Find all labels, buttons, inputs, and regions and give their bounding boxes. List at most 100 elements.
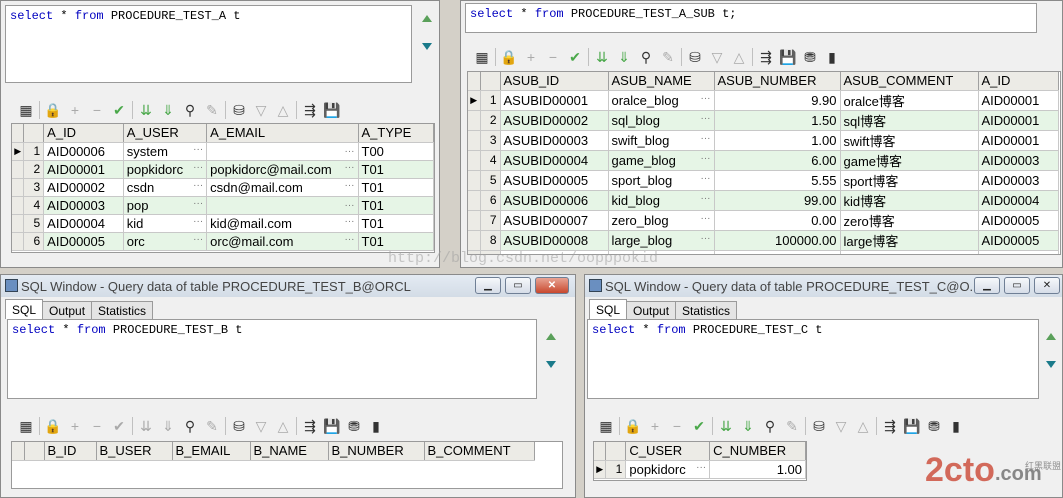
table-cell[interactable]: AID00005 xyxy=(978,210,1059,231)
table-cell[interactable]: AID00001 xyxy=(978,90,1059,111)
cell-editor-icon[interactable]: ··· xyxy=(193,180,203,191)
table-cell[interactable]: oralce博客 xyxy=(840,90,979,111)
insert-record-icon[interactable]: + xyxy=(520,46,542,68)
cell-editor-icon[interactable]: ··· xyxy=(701,153,711,164)
column-header[interactable]: A_ID xyxy=(43,124,124,143)
find-icon[interactable]: ⚲ xyxy=(759,415,781,437)
fetch-last-icon[interactable]: ⇓ xyxy=(157,415,179,437)
table-row[interactable]: 2 ASUBID00002 sql_blog ··· 1.50 sql博客 AID00001 xyxy=(468,110,1059,131)
cell-editor-icon[interactable]: ··· xyxy=(345,200,355,211)
next-page-icon[interactable]: ▽ xyxy=(250,415,272,437)
table-cell[interactable]: swift博客 xyxy=(840,130,979,151)
table-cell[interactable]: AID00003 xyxy=(43,196,124,215)
fetch-next-icon[interactable]: ⇊ xyxy=(715,415,737,437)
table-cell[interactable]: large_blog ··· xyxy=(608,230,715,251)
insert-record-icon[interactable]: + xyxy=(64,99,86,121)
table-cell[interactable]: ASUBID00007 xyxy=(500,210,609,231)
fetch-next-icon[interactable]: ⇊ xyxy=(135,415,157,437)
export-icon[interactable]: ⛃ xyxy=(343,415,365,437)
table-cell[interactable]: zero博客 xyxy=(840,210,979,231)
cell-editor-icon[interactable]: ··· xyxy=(193,198,203,209)
fetch-last-icon[interactable]: ⇓ xyxy=(613,46,635,68)
table-cell[interactable]: ASUBID00004 xyxy=(500,150,609,171)
link-icon[interactable]: ⇶ xyxy=(879,415,901,437)
table-row[interactable]: 5 ASUBID00005 sport_blog ··· 5.55 sport博客 AID0… xyxy=(468,170,1059,191)
table-row[interactable]: 2 AID00001 popkidorc ··· popkidorc@mail.com ·… xyxy=(12,160,434,179)
fetch-next-icon[interactable]: ⇊ xyxy=(591,46,613,68)
table-cell[interactable]: game_blog ··· xyxy=(608,150,715,171)
cell-editor-icon[interactable]: ··· xyxy=(345,180,355,191)
table-cell[interactable]: 99.00 xyxy=(714,190,841,211)
query-by-example-icon[interactable]: ⛁ xyxy=(228,415,250,437)
table-cell[interactable]: 1.50 xyxy=(714,110,841,131)
column-header[interactable]: ASUB_NUMBER xyxy=(714,72,841,91)
query-by-example-icon[interactable]: ⛁ xyxy=(228,99,250,121)
table-cell[interactable]: pop ··· xyxy=(123,196,208,215)
column-header[interactable]: ASUB_ID xyxy=(500,72,609,91)
table-cell[interactable]: orc ··· xyxy=(123,232,208,251)
table-cell[interactable]: T01 xyxy=(358,214,434,233)
minimize-button[interactable]: ▁ xyxy=(974,277,1000,294)
cell-editor-icon[interactable]: ··· xyxy=(701,173,711,184)
window-c-titlebar[interactable]: SQL Window - Query data of table PROCEDU… xyxy=(585,275,1062,297)
cell-editor-icon[interactable]: ··· xyxy=(345,162,355,173)
table-cell[interactable]: ASUBID00002 xyxy=(500,110,609,131)
table-cell[interactable]: kid@mail.com ··· xyxy=(206,214,359,233)
window-b-titlebar[interactable]: SQL Window - Query data of table PROCEDU… xyxy=(1,275,575,297)
table-cell[interactable]: ··· xyxy=(206,196,359,215)
table-row[interactable]: 5 AID00004 kid ··· kid@mail.com ··· T01 xyxy=(12,214,434,233)
table-cell[interactable]: popkidorc ··· xyxy=(625,460,711,479)
table-cell[interactable]: 100000.00 xyxy=(714,230,841,251)
table-row[interactable]: 3 AID00002 csdn ··· csdn@mail.com ··· T01 xyxy=(12,178,434,197)
next-statement-icon[interactable] xyxy=(546,361,556,368)
save-icon[interactable]: 💾 xyxy=(777,46,799,68)
column-header[interactable]: A_TYPE xyxy=(358,124,434,143)
next-statement-icon[interactable] xyxy=(422,43,432,50)
table-cell[interactable]: AID00001 xyxy=(978,110,1059,131)
chart-icon[interactable]: ▮ xyxy=(365,415,387,437)
table-cell[interactable]: csdn@mail.com ··· xyxy=(206,178,359,197)
sql-editor-a[interactable]: select * from PROCEDURE_TEST_A t xyxy=(5,5,412,83)
prev-page-icon[interactable]: △ xyxy=(852,415,874,437)
clear-icon[interactable]: ✎ xyxy=(657,46,679,68)
minimize-button[interactable]: ▁ xyxy=(475,277,501,294)
post-changes-icon[interactable]: ✔ xyxy=(108,415,130,437)
fetch-last-icon[interactable]: ⇓ xyxy=(737,415,759,437)
table-cell[interactable]: AID00005 xyxy=(43,232,124,251)
table-cell[interactable]: ASUBID00003 xyxy=(500,130,609,151)
table-row[interactable]: 4 ASUBID00004 game_blog ··· 6.00 game博客 AID000… xyxy=(468,150,1059,171)
column-header[interactable]: A_ID xyxy=(978,72,1059,91)
table-cell[interactable]: 5.55 xyxy=(714,170,841,191)
table-cell[interactable]: 9.90 xyxy=(714,90,841,111)
table-cell[interactable]: 0.00 xyxy=(714,210,841,231)
sql-editor-a-sub[interactable]: select * from PROCEDURE_TEST_A_SUB t; xyxy=(465,3,1037,33)
column-header[interactable]: B_ID xyxy=(44,442,97,461)
table-cell[interactable]: ASUBID00006 xyxy=(500,190,609,211)
cell-editor-icon[interactable]: ··· xyxy=(701,133,711,144)
delete-record-icon[interactable]: − xyxy=(542,46,564,68)
table-cell[interactable]: kid ··· xyxy=(123,214,208,233)
grid-menu-icon[interactable]: ▦ xyxy=(15,415,37,437)
grid-menu-icon[interactable]: ▦ xyxy=(15,99,37,121)
table-cell[interactable]: sql_blog ··· xyxy=(608,110,715,131)
maximize-button[interactable]: ▭ xyxy=(1004,277,1030,294)
export-icon[interactable]: ⛃ xyxy=(923,415,945,437)
tab-statistics[interactable]: Statistics xyxy=(675,301,738,319)
table-cell[interactable]: system管理博客 xyxy=(840,250,979,254)
table-cell[interactable]: sport_blog ··· xyxy=(608,170,715,191)
save-icon[interactable]: 💾 xyxy=(321,99,343,121)
table-cell[interactable]: T00 xyxy=(358,142,434,161)
prev-statement-icon[interactable] xyxy=(546,333,556,340)
close-button[interactable]: ✕ xyxy=(535,277,569,294)
table-cell[interactable]: kid_blog ··· xyxy=(608,190,715,211)
tab-output[interactable]: Output xyxy=(626,301,677,319)
column-header[interactable]: A_EMAIL xyxy=(206,124,359,143)
cell-editor-icon[interactable]: ··· xyxy=(696,462,706,473)
next-page-icon[interactable]: ▽ xyxy=(250,99,272,121)
find-icon[interactable]: ⚲ xyxy=(179,99,201,121)
table-cell[interactable]: 1.00 xyxy=(709,460,806,479)
table-cell[interactable]: AID00002 xyxy=(43,178,124,197)
cell-editor-icon[interactable]: ··· xyxy=(701,193,711,204)
table-cell[interactable]: 0.00 xyxy=(714,250,841,254)
clear-icon[interactable]: ✎ xyxy=(781,415,803,437)
